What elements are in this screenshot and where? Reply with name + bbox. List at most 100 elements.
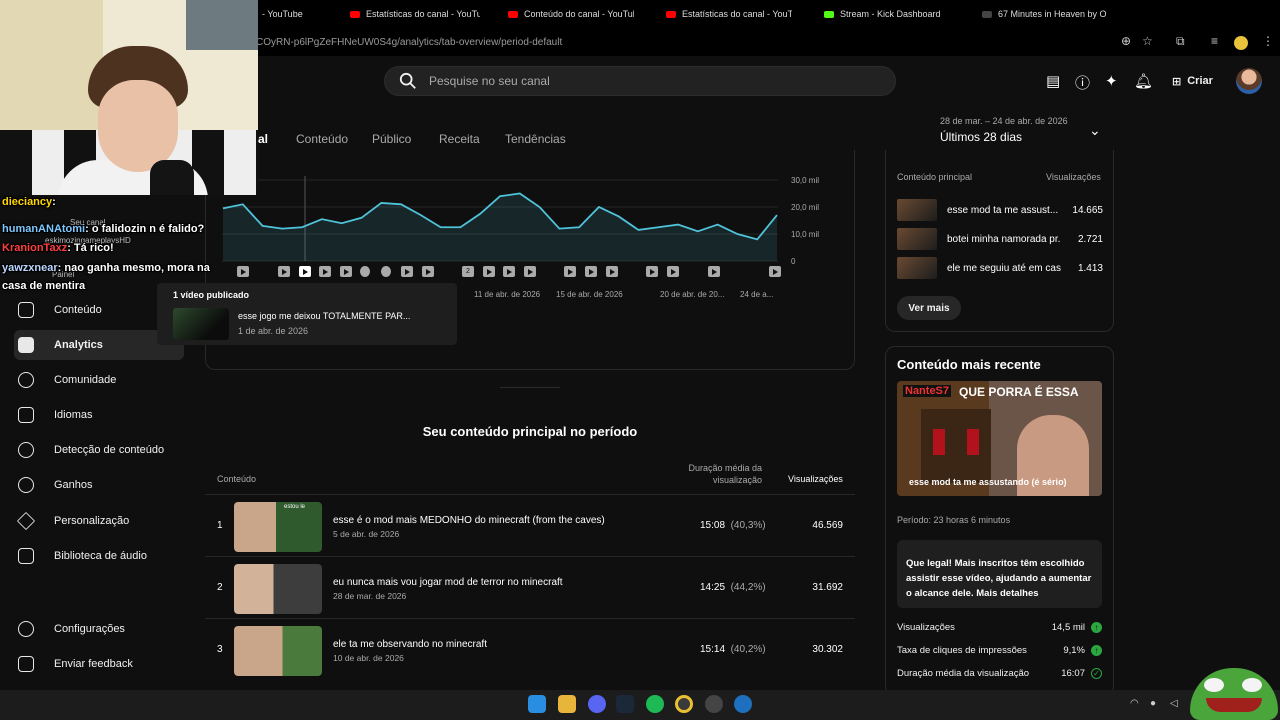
sidebar-item-community[interactable]: Comunidade: [14, 365, 184, 395]
search-input[interactable]: Pesquise no seu canal: [384, 66, 896, 96]
obs-icon[interactable]: [705, 695, 723, 713]
stat-row: Taxa de cliques de impressões 9,1% ↑: [897, 645, 1102, 656]
list-item[interactable]: esse mod ta me assust... 14.665: [897, 198, 1103, 222]
avatar[interactable]: [1236, 68, 1262, 94]
zoom-icon[interactable]: ⊕: [1121, 34, 1131, 48]
thumbnail-brand: NanteS7: [903, 385, 952, 397]
tab-trends[interactable]: Tendências: [505, 132, 566, 146]
publish-marker[interactable]: [360, 266, 370, 277]
volume-icon[interactable]: ◁: [1170, 698, 1182, 710]
sidebar-item-earnings[interactable]: Ganhos: [14, 470, 184, 500]
publish-marker[interactable]: [422, 266, 434, 277]
publish-marker[interactable]: [708, 266, 720, 277]
tab-overview[interactable]: al: [258, 132, 268, 146]
recent-video-title[interactable]: esse mod ta me assustando (é sério): [909, 477, 1067, 487]
sidebar-item-customization[interactable]: Personalização: [14, 506, 184, 536]
notifications-bell-icon[interactable]: 🔔︎: [1134, 72, 1153, 90]
audio-library-icon: [18, 548, 34, 564]
steam-icon[interactable]: [616, 695, 634, 713]
spotify-icon[interactable]: [646, 695, 664, 713]
tooltip-video-date: 1 de abr. de 2026: [238, 326, 309, 336]
table-row[interactable]: 1 estou le esse é o mod mais MEDONHO do …: [205, 494, 855, 556]
publish-marker[interactable]: [319, 266, 331, 277]
help-icon[interactable]: ⓘ: [1075, 72, 1090, 93]
extensions-icon[interactable]: ⧉: [1176, 34, 1185, 49]
publish-marker[interactable]: [564, 266, 576, 277]
youtube-icon: [666, 10, 676, 18]
publish-marker[interactable]: [585, 266, 597, 277]
browser-tab[interactable]: Estatísticas do canal - YouTube: [666, 4, 792, 24]
y-tick-label: 20,0 mil: [791, 203, 820, 212]
webcam-inset: [186, 0, 258, 50]
sidebar-item-settings[interactable]: Configurações: [14, 614, 184, 644]
comments-icon[interactable]: ▤: [1046, 72, 1060, 90]
tab-revenue[interactable]: Receita: [439, 132, 480, 146]
thumbnail-creature: [921, 409, 991, 483]
url-text[interactable]: COyRN-p6lPgZeFHNeUW0S4g/analytics/tab-ov…: [256, 37, 562, 48]
video-title[interactable]: eu nunca mais vou jogar mod de terror no…: [333, 577, 563, 588]
bookmark-star-icon[interactable]: ☆: [1142, 34, 1153, 48]
period-label[interactable]: Últimos 28 dias: [940, 130, 1022, 144]
chrome-icon[interactable]: [675, 695, 693, 713]
microphone-icon[interactable]: ●: [1150, 698, 1162, 710]
publish-marker[interactable]: [340, 266, 352, 277]
tooltip-title: 1 vídeo publicado: [173, 290, 250, 300]
column-header-views[interactable]: Visualizações: [788, 474, 843, 484]
recent-video-thumbnail[interactable]: NanteS7 QUE PORRA É ESSA esse mod ta me …: [897, 381, 1102, 496]
publish-marker[interactable]: [524, 266, 536, 277]
app-icon[interactable]: [734, 695, 752, 713]
publish-marker[interactable]: [503, 266, 515, 277]
publish-marker[interactable]: [401, 266, 413, 277]
publish-marker[interactable]: [299, 266, 311, 277]
browser-tab[interactable]: Stream - Kick Dashboard: [824, 4, 944, 24]
insight-message[interactable]: Que legal! Mais inscritos têm escolhido …: [906, 556, 1096, 601]
sidebar-item-audio-library[interactable]: Biblioteca de áudio: [14, 541, 184, 571]
table-row[interactable]: 3 ele ta me observando no minecraft 10 d…: [205, 618, 855, 680]
publish-marker[interactable]: [646, 266, 658, 277]
publish-marker[interactable]: [381, 266, 391, 277]
tab-content[interactable]: Conteúdo: [296, 132, 348, 146]
media-control-icon[interactable]: ≡: [1211, 34, 1218, 48]
chat-message: casa de mentira: [2, 280, 86, 292]
see-more-button[interactable]: Ver mais: [897, 296, 961, 320]
start-menu-icon[interactable]: [528, 695, 546, 713]
sidebar-item-copyright[interactable]: Detecção de conteúdo: [14, 435, 184, 465]
stat-row: Visualizações 14,5 mil ↑: [897, 622, 1102, 633]
browser-tab[interactable]: Estatísticas do canal - YouTube: [350, 4, 480, 24]
file-explorer-icon[interactable]: [558, 695, 576, 713]
chevron-down-icon[interactable]: ⌄: [1089, 122, 1101, 139]
publish-marker[interactable]: [278, 266, 290, 277]
publish-marker[interactable]: [769, 266, 781, 277]
browser-menu-icon[interactable]: ⋮: [1262, 34, 1274, 48]
views-area-chart[interactable]: [222, 170, 778, 270]
publish-marker[interactable]: [237, 266, 249, 277]
publish-marker[interactable]: [483, 266, 495, 277]
date-range[interactable]: 28 de mar. – 24 de abr. de 2026: [940, 116, 1068, 126]
browser-tab[interactable]: - YouTube: [262, 4, 342, 24]
browser-tab[interactable]: 67 Minutes in Heaven by One: [982, 4, 1106, 24]
browser-tab-active[interactable]: Conteúdo do canal - YouTube: [508, 4, 634, 24]
table-row[interactable]: 2 eu nunca mais vou jogar mod de terror …: [205, 556, 855, 618]
sidebar-item-languages[interactable]: Idiomas: [14, 400, 184, 430]
publish-marker[interactable]: [606, 266, 618, 277]
tooltip-video-thumbnail[interactable]: [173, 308, 229, 340]
column-header-avg-duration[interactable]: Duração média da visualização: [680, 462, 762, 486]
chat-message: humanANAtomi: o falidozin n é falido?: [2, 223, 205, 235]
wifi-icon[interactable]: ◠: [1130, 698, 1142, 710]
streamer-face: [98, 80, 178, 172]
list-item[interactable]: botei minha namorada pr... 2.721: [897, 227, 1103, 251]
youtube-icon: [350, 10, 360, 18]
tab-audience[interactable]: Público: [372, 132, 411, 146]
content-icon: [18, 302, 34, 318]
list-item[interactable]: ele me seguiu até em casa 1.413: [897, 256, 1103, 280]
video-title[interactable]: ele ta me observando no minecraft: [333, 639, 487, 650]
tooltip-video-title[interactable]: esse jogo me deixou TOTALMENTE PAR...: [238, 311, 410, 321]
sparkle-icon[interactable]: ✦: [1105, 72, 1118, 90]
sidebar-item-feedback[interactable]: Enviar feedback: [14, 649, 184, 679]
create-button[interactable]: ⊞ Criar: [1164, 68, 1226, 94]
discord-icon[interactable]: [588, 695, 606, 713]
publish-marker[interactable]: 2: [462, 266, 474, 277]
video-title[interactable]: esse é o mod mais MEDONHO do minecraft (…: [333, 515, 605, 526]
publish-marker[interactable]: [667, 266, 679, 277]
profile-icon[interactable]: [1234, 36, 1248, 50]
